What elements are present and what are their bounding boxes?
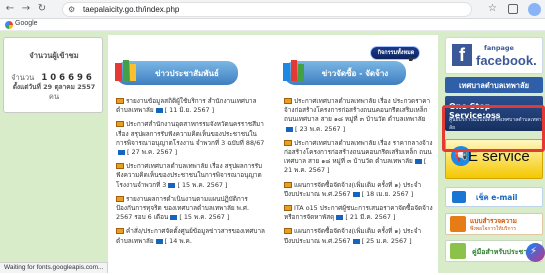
news-item[interactable]: รายงานผลการดำเนินงานตามแผนปฏิบัติการป้อง…: [116, 195, 266, 223]
mail-icon: [284, 139, 292, 146]
news-title[interactable]: ประกาศเทศบาลตำบลเทพาลัย เรื่อง ประกวดราค…: [284, 97, 430, 123]
news-date: [ 21 มี.ค. 2567 ]: [345, 213, 396, 222]
section-title-procurement: ข่าวจัดซื้อ - จัดจ้าง: [321, 69, 389, 78]
new-badge-icon: [155, 108, 163, 114]
new-badge-icon: [414, 159, 422, 165]
news-date: [ 25 ม.ค. 2567 ]: [361, 236, 412, 245]
mail-icon: [284, 181, 292, 188]
visitor-since: ตั้งแต่วันที่ 29 ตุลาคม 2557: [12, 83, 96, 91]
section-title-pr: ข่าวประชาสัมพันธ์: [155, 69, 219, 78]
news-item[interactable]: แผนการจัดซื้อจัดจ้าง(เพิ่มเติม ครั้งที่ …: [284, 181, 434, 199]
mail-icon: [116, 195, 124, 202]
news-date: [ 15 พ.ค. 2567 ]: [177, 180, 228, 189]
municipality-label: เทศบาลตำบลเทพาลัย: [459, 81, 529, 90]
forward-icon[interactable]: →: [20, 3, 32, 15]
site-info-icon[interactable]: ⚙: [68, 5, 75, 14]
check-email-label: เช็ค e-mail: [476, 193, 518, 202]
browser-toolbar: ← → ↻ ⚙ taepalaicity.go.th/index.php ☆: [0, 0, 545, 19]
news-date: [ 14 พ.ค.: [164, 236, 192, 245]
bookmark-google[interactable]: Google: [15, 20, 38, 27]
mail-icon: [284, 98, 292, 104]
facebook-fanpage-banner[interactable]: f fanpage facebook.: [445, 37, 543, 74]
new-badge-icon: [118, 150, 125, 156]
news-date: [ 18 เม.ย. 2567 ]: [361, 189, 414, 198]
news-item[interactable]: แผนการจัดซื้อจัดจ้าง(เพิ่มเติม ครั้งที่ …: [284, 227, 434, 245]
guide-book-icon: [450, 243, 466, 259]
news-date: [ 11 มิ.ย. 2567 ]: [164, 106, 215, 115]
fb-facebook-label: facebook.: [476, 53, 537, 68]
back-icon[interactable]: ←: [4, 3, 16, 15]
mail-icon: [116, 228, 124, 235]
section-header-pr[interactable]: ข่าวประชาสัมพันธ์: [115, 60, 238, 85]
news-date: [ 23 พ.ค. 2567 ]: [295, 124, 346, 133]
visitor-prefix: จำนวน: [11, 73, 35, 82]
pr-books-icon: [115, 60, 136, 81]
check-email-banner[interactable]: เช็ค e-mail: [445, 187, 543, 207]
new-badge-icon: [170, 215, 178, 221]
procurement-books-icon: [283, 60, 304, 81]
extensions-icon[interactable]: [508, 4, 518, 14]
satisfaction-survey-banner[interactable]: แบบสำรวจความ พึงพอใจการให้บริการ: [445, 213, 543, 235]
address-bar[interactable]: ⚙ taepalaicity.go.th/index.php: [62, 2, 472, 17]
profile-avatar[interactable]: [528, 3, 541, 16]
page-body: จำนวนผู้เข้าชม จำนวน 106696 คน ตั้งแต่วั…: [0, 31, 545, 275]
news-item[interactable]: ประกาศเทศบาลตำบลเทพาลัย เรื่อง ประกวดราค…: [284, 97, 434, 134]
news-item[interactable]: คำสั่ง/ประกาศจัดตั้งศูนย์ข้อมูลข่าวสารขอ…: [116, 227, 266, 245]
new-badge-icon: [168, 182, 176, 188]
visitor-counter: จำนวนผู้เข้าชม จำนวน 106696 คน ตั้งแต่วั…: [3, 37, 103, 113]
bookmark-star-icon[interactable]: ☆: [488, 3, 497, 14]
status-bar: Waiting for fonts.googleapis.com...: [0, 262, 109, 273]
new-badge-icon: [336, 215, 344, 221]
fb-fanpage-label: fanpage: [484, 44, 514, 52]
section-header-procurement[interactable]: ข่าวจัดซื้อ - จัดจ้าง: [283, 60, 406, 85]
bookmarks-bar: Google: [0, 19, 545, 31]
news-date: [ 15 พ.ค. 2567 ]: [179, 213, 230, 222]
pr-news-list: รายงานข้อมูลสถิติผู้ใช้บริการ สำนักงานเท…: [116, 97, 266, 251]
municipality-banner[interactable]: เทศบาลตำบลเทพาลัย: [445, 77, 543, 93]
news-title[interactable]: ประกาศเทศบาลตำบลเทพาลัย เรื่อง ราคากลางจ…: [284, 139, 433, 165]
facebook-logo-icon: f: [452, 44, 472, 66]
news-item[interactable]: ประกาศเทศบาลตำบลเทพาลัย เรื่อง สรุปผลการ…: [116, 162, 266, 190]
survey-icon: [450, 216, 466, 232]
e-service-highlight: [442, 105, 545, 152]
messenger-icon: ⚡: [530, 246, 538, 257]
mail-icon: [284, 228, 292, 235]
mail-icon: [116, 163, 124, 170]
news-item[interactable]: ประกาศสำนักงานอุตสาหกรรมจังหวัดนครราชสีม…: [116, 120, 266, 157]
survey-subtitle: พึงพอใจการให้บริการ: [470, 226, 517, 232]
news-item[interactable]: ITA o15 ประกาศผู้ชนะการเสนอราคาจัดซื้อจั…: [284, 204, 434, 222]
messenger-chat-button[interactable]: ⚡: [526, 243, 545, 262]
procurement-news-list: ประกาศเทศบาลตำบลเทพาลัย เรื่อง ประกวดราค…: [284, 97, 434, 251]
mail-icon: [116, 121, 124, 128]
google-icon: [5, 21, 13, 29]
new-badge-icon: [352, 191, 360, 197]
visitor-unit: คน: [48, 92, 60, 101]
mail-icon: [116, 98, 124, 104]
mail-icon: [284, 205, 292, 212]
new-badge-icon: [155, 238, 163, 244]
url-text: taepalaicity.go.th/index.php: [83, 5, 180, 14]
pointer-hand-icon: ☛: [408, 55, 417, 65]
email-icon: [452, 191, 466, 203]
new-badge-icon: [352, 238, 360, 244]
new-badge-icon: [286, 126, 293, 132]
news-panel: กิจกรรมทั้งหมด ☛ ข่าวประชาสัมพันธ์ ข่าวจ…: [108, 35, 438, 275]
news-item[interactable]: ประกาศเทศบาลตำบลเทพาลัย เรื่อง ราคากลางจ…: [284, 139, 434, 176]
news-date: [ 27 พ.ค. 2567 ]: [127, 148, 178, 157]
reload-icon[interactable]: ↻: [36, 3, 48, 15]
visitor-title: จำนวนผู้เข้าชม: [29, 51, 79, 60]
news-item[interactable]: รายงานข้อมูลสถิติผู้ใช้บริการ สำนักงานเท…: [116, 97, 266, 115]
news-title[interactable]: ประกาศสำนักงานอุตสาหกรรมจังหวัดนครราชสีม…: [116, 120, 264, 146]
